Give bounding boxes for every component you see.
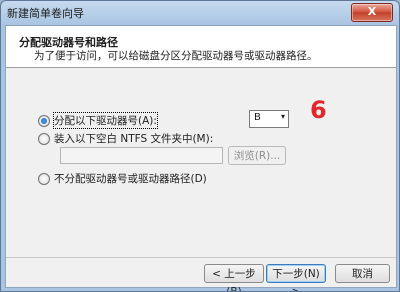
title-bar: 新建简单卷向导 X	[1, 1, 399, 25]
wizard-window: 新建简单卷向导 X 分配驱动器号和路径 为了便于访问，可以给磁盘分区分配驱动器号…	[0, 0, 400, 292]
annotation-number: 6	[310, 96, 327, 124]
assign-letter-radio[interactable]	[38, 114, 50, 127]
mount-folder-radio[interactable]	[38, 132, 50, 145]
chevron-down-icon: ▾	[280, 112, 285, 121]
page-subtitle: 为了便于访问，可以给磁盘分区分配驱动器号或驱动器路径。	[34, 50, 318, 62]
drive-letter-select[interactable]: B ▾	[249, 110, 289, 128]
drive-letter-value: B	[254, 112, 261, 123]
mount-folder-label[interactable]: 装入以下空白 NTFS 文件夹中(M):	[54, 131, 213, 146]
back-button[interactable]: < 上一步(B)	[204, 264, 264, 291]
no-assign-option[interactable]: 不分配驱动器号或驱动器路径(D)	[38, 171, 207, 186]
wizard-client-area: 分配驱动器号和路径 为了便于访问，可以给磁盘分区分配驱动器号或驱动器路径。 分配…	[5, 25, 397, 291]
close-icon: X	[367, 5, 377, 18]
assign-letter-option[interactable]: 分配以下驱动器号(A):	[38, 112, 158, 129]
browse-button[interactable]: 浏览(R)...	[228, 146, 286, 165]
window-title: 新建简单卷向导	[7, 7, 84, 20]
mount-folder-option[interactable]: 装入以下空白 NTFS 文件夹中(M):	[38, 131, 213, 146]
close-button[interactable]: X	[351, 3, 393, 22]
no-assign-label[interactable]: 不分配驱动器号或驱动器路径(D)	[54, 171, 207, 186]
no-assign-radio[interactable]	[38, 172, 50, 185]
mount-path-input[interactable]	[60, 147, 223, 164]
assign-letter-label[interactable]: 分配以下驱动器号(A):	[53, 112, 158, 129]
footer-divider	[6, 257, 396, 258]
wizard-header: 分配驱动器号和路径 为了便于访问，可以给磁盘分区分配驱动器号或驱动器路径。	[6, 26, 396, 68]
next-button[interactable]: 下一步(N) >	[266, 264, 326, 291]
cancel-button[interactable]: 取消	[335, 264, 390, 283]
